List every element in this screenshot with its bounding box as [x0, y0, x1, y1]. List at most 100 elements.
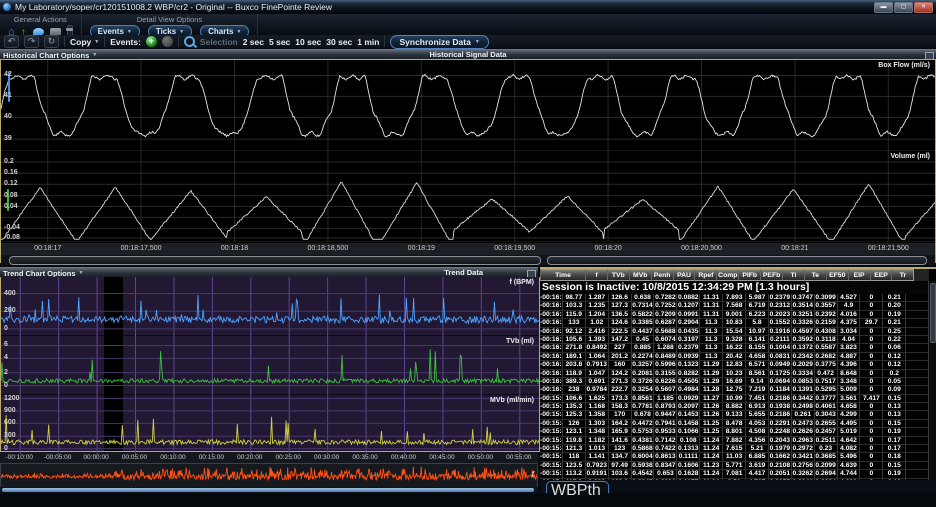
f-trend-chart[interactable]: f (BPM) 400 200 0 — [1, 277, 539, 336]
undo-icon[interactable]: ↶ — [4, 35, 19, 48]
interval-1min[interactable]: 1 min — [357, 37, 379, 47]
y-tick: 1200 — [4, 394, 20, 402]
column-header-tr[interactable]: Tr — [891, 269, 915, 281]
column-header-eip[interactable]: EIP — [847, 269, 871, 281]
cell-value: 0.5688 — [655, 327, 678, 335]
cell-value: 0.5938 — [632, 461, 655, 470]
trend-scrollbar[interactable] — [0, 487, 538, 493]
box-flow-chart[interactable]: Box Flow (ml/s) 42 41 40 39 — [1, 60, 935, 151]
cell-value: 4.053 — [746, 419, 769, 428]
cell-value: 0.2159 — [815, 319, 838, 327]
x-tick: 00:18:17,500 — [120, 245, 162, 252]
column-header-ef50[interactable]: EF50 — [825, 269, 849, 281]
cell-value: 0.2342 — [792, 352, 815, 361]
historical-scrollbar-thumb[interactable] — [9, 256, 541, 265]
trend-scrollbar-thumb[interactable] — [2, 488, 534, 492]
table-scrollbar[interactable] — [928, 281, 936, 483]
table-scrollbar-thumb[interactable] — [930, 283, 936, 343]
column-header-pau[interactable]: PAU — [672, 269, 696, 281]
finepointe-review-window: My Laboratory/soper/cr120151008.2 WBP/cr… — [0, 0, 936, 507]
historical-scrollbar[interactable] — [1, 255, 935, 265]
y-tick: 2 — [4, 368, 8, 376]
column-header-time[interactable]: Time — [540, 269, 586, 281]
interval-2sec[interactable]: 2 sec — [243, 37, 264, 47]
copy-button[interactable]: Copy ▼ — [70, 37, 99, 47]
cell-value: 1.013 — [586, 445, 609, 453]
cell-value: 0.2051 — [769, 470, 792, 478]
table-row[interactable]: -00:15:48.2125.31.3581700.6780.94470.145… — [540, 411, 929, 420]
maximize-button[interactable]: ▢ — [894, 1, 913, 13]
table-row[interactable]: -00:16:36.2103.31.235127.30.73140.72520.… — [540, 302, 929, 311]
cell-value: 4.04 — [838, 335, 861, 344]
column-header-eep[interactable]: EEP — [869, 269, 893, 281]
interval-5sec[interactable]: 5 sec — [269, 37, 290, 47]
cell-value: 11.29 — [700, 369, 724, 377]
table-row[interactable]: -00:16:26.2105.61.393147.20.450.60740.31… — [540, 335, 929, 345]
table-row[interactable]: -00:16:06.2389.30.691271.30.37260.62260.… — [540, 377, 929, 387]
tvb-trend-chart[interactable]: TVb (ml) 6 4 2 0 — [1, 336, 539, 395]
historical-scrollbar-track[interactable] — [547, 256, 927, 265]
table-row[interactable]: -00:16:20.2271.80.84922270.8851.2880.237… — [540, 344, 929, 353]
table-row[interactable]: -00:16:18.2189.11.064201.20.22740.84890.… — [540, 352, 929, 362]
table-row[interactable]: -00:15:32.2113.20.9191103.60.45420.6530.… — [540, 470, 929, 479]
x-tick: 00:35:00 — [352, 454, 378, 461]
x-tick: -00:10:00 — [5, 454, 33, 461]
minimize-button[interactable]: ▬ — [874, 1, 893, 13]
tab-wbpth[interactable]: WBPth — [546, 481, 609, 499]
table-row[interactable]: -00:16:32.21331.02124.60.33850.62870.290… — [540, 319, 929, 328]
interval-10sec[interactable]: 10 sec — [295, 37, 321, 47]
cell-time: -00:16:18.2 — [540, 352, 563, 361]
interval-30sec[interactable]: 30 sec — [326, 37, 352, 47]
title-bar[interactable]: My Laboratory/soper/cr120151008.2 WBP/cr… — [0, 0, 936, 14]
column-header-f[interactable]: f — [585, 269, 608, 281]
cell-value: 105.6 — [563, 335, 586, 344]
column-header-penh[interactable]: Penh — [650, 269, 674, 281]
cell-value: 1.182 — [586, 436, 609, 445]
cell-value: 0.2626 — [792, 428, 815, 436]
redo-icon[interactable]: ↷ — [24, 35, 39, 48]
column-header-tvb[interactable]: TVb — [606, 269, 630, 281]
volume-chart[interactable]: Volume (ml) 0.2 0.16 0.12 0.08 0.04 -0.04 -0.0… — [1, 151, 935, 242]
table-row[interactable]: -00:15:38.21181.141134.70.60040.86130.11… — [540, 453, 929, 462]
record-event-button[interactable] — [161, 36, 173, 47]
cell-value: 0.7282 — [655, 294, 678, 302]
cell-value: 0.8793 — [655, 403, 678, 411]
table-row[interactable]: -00:16:28.292.122.416222.50.44370.56880.… — [540, 327, 929, 336]
refresh-icon[interactable]: ↻ — [44, 35, 59, 48]
zoom-selection-icon[interactable] — [183, 36, 195, 47]
synchronize-data-button[interactable]: Synchronize Data ▼ — [390, 34, 489, 49]
table-row[interactable]: -00:15:46.21261.303164.20.44720.79410.14… — [540, 419, 929, 429]
column-header-comp[interactable]: Comp — [716, 269, 740, 281]
mvb-trend-chart[interactable]: MVb (ml/min) 1200 900 600 300 0 — [1, 395, 539, 454]
column-header-te[interactable]: Te — [803, 269, 827, 281]
cell-value: 0.1004 — [769, 344, 792, 352]
cell-value: 0.19 — [883, 470, 907, 478]
cell-value: 136.5 — [609, 310, 632, 319]
table-row[interactable]: -00:15:40.2121.31.0131230.58680.74220.13… — [540, 445, 929, 454]
table-row[interactable]: -00:16:38.298.771.287126.60.6380.72820.0… — [540, 294, 929, 303]
cell-value: 0.9533 — [655, 428, 678, 436]
close-button[interactable]: ✕ — [914, 1, 933, 13]
column-header-rpef[interactable]: Rpef — [694, 269, 718, 281]
cell-value: 170 — [609, 411, 632, 419]
column-header-pefb[interactable]: PEFb — [760, 269, 784, 281]
cell-value: 0.8492 — [586, 344, 609, 352]
mvb-trend-label: MVb (ml/min) — [490, 397, 534, 404]
overview-chart[interactable]: f — [0, 463, 538, 488]
table-row[interactable]: -00:16:34.2115.91.204136.50.58220.72090.… — [540, 310, 929, 320]
table-row[interactable]: -00:16:16.2203.80.79131600.32570.59960.1… — [540, 361, 929, 370]
column-header-mvb[interactable]: MVb — [628, 269, 652, 281]
add-event-button[interactable]: + — [145, 36, 157, 47]
table-row[interactable]: -00:16:10.2118.91.047124.20.20810.31550.… — [540, 369, 929, 378]
table-row[interactable]: -00:16:02.22380.9784222.70.32540.56070.4… — [540, 386, 929, 395]
table-row[interactable]: -00:15:44.2123.11.348165.90.57530.95330.… — [540, 428, 929, 437]
column-header-pifb[interactable]: PIFb — [738, 269, 762, 281]
table-row[interactable]: -00:15:56.2106.61.625173.30.85611.1850.0… — [540, 394, 929, 404]
table-row[interactable]: -00:15:50.2135.31.168158.30.77810.87930.… — [540, 403, 929, 412]
cell-value: 0.15 — [883, 461, 907, 470]
cell-value: 5.8 — [746, 319, 769, 327]
column-header-ti[interactable]: Ti — [782, 269, 805, 281]
cell-value: 7.451 — [746, 394, 769, 403]
table-row[interactable]: -00:15:42.2119.81.182141.60.43810.71420.… — [540, 436, 929, 446]
table-row[interactable]: -00:15:34.2123.50.792397.490.59380.83470… — [540, 461, 929, 471]
